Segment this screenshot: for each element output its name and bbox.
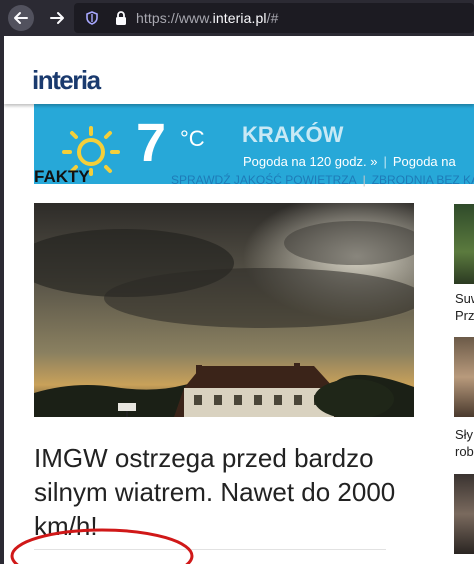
temperature-value: 7 [136, 113, 167, 173]
sidebar-item-1-line1[interactable]: Suw [455, 290, 474, 307]
article-image[interactable] [34, 203, 414, 417]
section-link-crime[interactable]: ZBRODNIA BEZ KARY [372, 173, 474, 187]
link-separator: | [383, 154, 387, 169]
link-divider: | [362, 173, 366, 187]
section-title[interactable]: FAKTY [34, 167, 90, 187]
arrow-right-icon[interactable] [44, 5, 70, 31]
temperature-unit: °C [180, 126, 205, 151]
site-header: interia [4, 36, 474, 104]
address-bar[interactable]: https://www.interia.pl/# [74, 3, 474, 33]
divider [34, 549, 386, 550]
tracking-shield-icon[interactable] [86, 11, 98, 25]
arrow-left-icon[interactable] [8, 5, 34, 31]
section-link-air[interactable]: SPRAWDŹ JAKOŚĆ POWIETRZA [171, 173, 357, 187]
url-path: /# [266, 10, 279, 26]
url-text[interactable]: https://www.interia.pl/# [136, 10, 278, 26]
web-page: interia 7 °C KRAKÓW Pogoda na 120 godz. … [4, 36, 474, 564]
browser-toolbar: https://www.interia.pl/# [0, 0, 474, 36]
url-host: interia.pl [212, 10, 267, 26]
weather-city[interactable]: KRAKÓW [242, 122, 343, 148]
url-scheme: https://www. [136, 10, 213, 26]
forecast-120h-link[interactable]: Pogoda na 120 godz. » [243, 154, 377, 169]
sidebar-item-2-line1[interactable]: Sły [455, 426, 473, 443]
sidebar-thumb[interactable] [454, 474, 474, 554]
weather-banner[interactable]: 7 °C KRAKÓW Pogoda na 120 godz. » | Pogoda… [34, 96, 474, 184]
lock-icon[interactable] [114, 10, 128, 26]
sidebar-thumb[interactable] [454, 204, 474, 284]
sidebar-item-2-line2[interactable]: rob [455, 443, 474, 460]
forecast-links: Pogoda na 120 godz. » | Pogoda na [243, 154, 456, 169]
section-links: SPRAWDŹ JAKOŚĆ POWIETRZA | ZBRODNIA BEZ KA… [171, 173, 474, 187]
interia-logo[interactable]: interia [32, 65, 101, 96]
sidebar-articles: Suw Prz Sły rob [454, 204, 474, 564]
article-headline[interactable]: IMGW ostrzega przed bardzo silnym wiatre… [34, 441, 412, 543]
sidebar-thumb[interactable] [454, 337, 474, 417]
forecast-more-link[interactable]: Pogoda na [393, 154, 456, 169]
sidebar-item-1-line2[interactable]: Prz [455, 307, 474, 324]
